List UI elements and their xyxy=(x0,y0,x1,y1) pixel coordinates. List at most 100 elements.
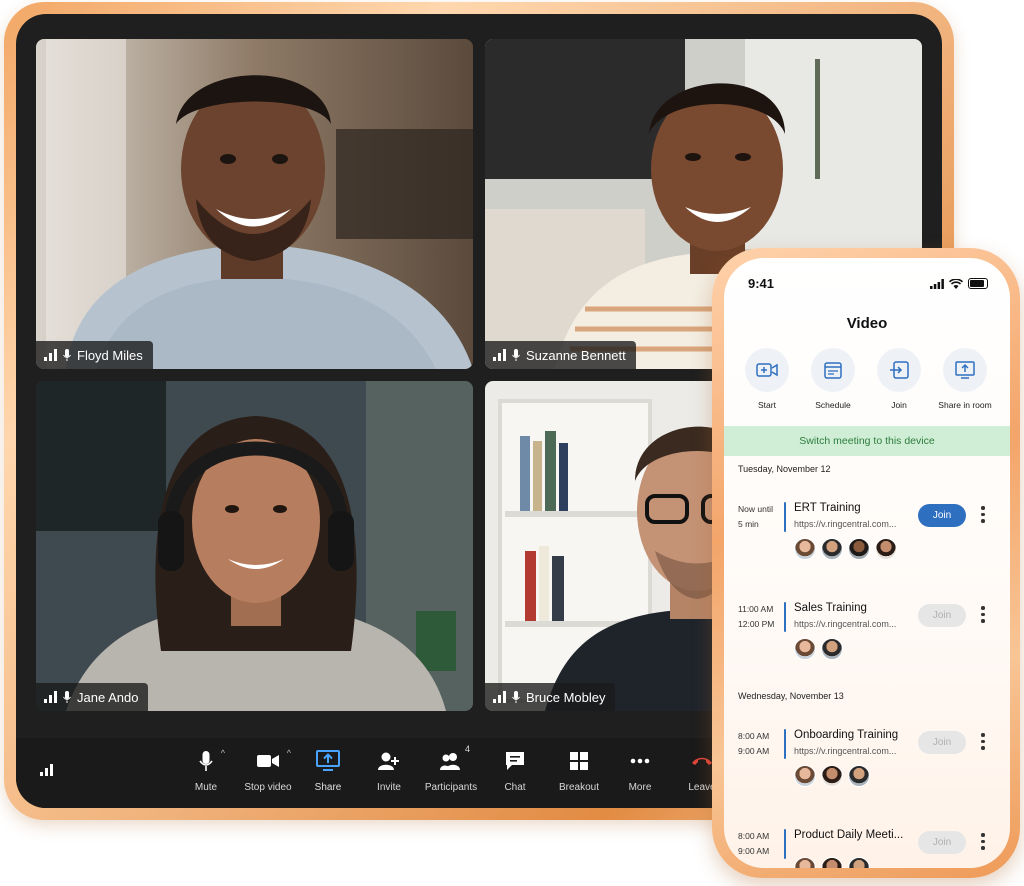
video-plus-icon xyxy=(756,363,778,377)
meeting-accent-bar xyxy=(784,729,786,759)
avatar xyxy=(794,538,816,560)
meeting-time: 8:00 AM 9:00 AM xyxy=(738,831,770,856)
meeting-time: 8:00 AM 9:00 AM xyxy=(738,731,770,756)
battery-icon xyxy=(968,278,988,289)
join-action[interactable]: Join xyxy=(864,348,934,410)
mute-button[interactable]: ^ Mute xyxy=(174,746,238,802)
invite-label: Invite xyxy=(377,782,401,793)
more-dots-icon xyxy=(630,758,650,764)
microphone-icon xyxy=(512,691,520,703)
chevron-up-icon[interactable]: ^ xyxy=(287,748,291,758)
avatar xyxy=(821,857,843,868)
join-meeting-icon xyxy=(890,361,909,379)
join-button[interactable]: Join xyxy=(918,504,966,527)
invite-button[interactable]: Invite xyxy=(357,746,421,802)
avatar xyxy=(821,538,843,560)
schedule-label: Schedule xyxy=(815,400,851,410)
participant-name: Bruce Mobley xyxy=(526,689,606,705)
meeting-item[interactable]: Now until 5 min ERT Training https://v.r… xyxy=(724,502,1010,582)
chat-button[interactable]: Chat xyxy=(483,746,547,802)
participant-name: Jane Ando xyxy=(77,689,139,705)
more-label: More xyxy=(628,782,652,793)
participant-video-feed xyxy=(36,381,473,711)
share-in-room-action[interactable]: Share in room xyxy=(930,348,1000,410)
microphone-icon xyxy=(63,349,71,361)
meeting-url: https://v.ringcentral.com... xyxy=(794,619,897,629)
hang-up-icon xyxy=(692,757,712,765)
more-options-icon[interactable] xyxy=(980,506,986,523)
stop-video-button[interactable]: ^ Stop video xyxy=(236,746,300,802)
share-in-room-label: Share in room xyxy=(938,400,992,410)
participant-name: Suzanne Bennett xyxy=(526,347,626,363)
signal-strength-icon xyxy=(493,691,506,703)
schedule-action[interactable]: Schedule xyxy=(798,348,868,410)
share-button[interactable]: Share xyxy=(296,746,360,802)
phone-device: 9:41 Video Start Schedule Join Share in … xyxy=(712,248,1020,878)
mute-label: Mute xyxy=(194,782,218,793)
page-title: Video xyxy=(846,315,888,332)
chat-label: Chat xyxy=(504,782,526,793)
switch-meeting-banner[interactable]: Switch meeting to this device xyxy=(724,426,1010,456)
participant-video-feed xyxy=(36,39,473,369)
signal-strength-icon xyxy=(44,691,57,703)
meeting-url: https://v.ringcentral.com... xyxy=(794,519,897,529)
meeting-item[interactable]: 8:00 AM 9:00 AM Onboarding Training http… xyxy=(724,729,1010,809)
breakout-button[interactable]: Breakout xyxy=(547,746,611,802)
chat-bubble-icon xyxy=(506,752,524,770)
avatar xyxy=(848,857,870,868)
day-label: Wednesday, November 13 xyxy=(738,691,844,701)
start-action[interactable]: Start xyxy=(732,348,802,410)
stop-video-label: Stop video xyxy=(244,782,292,793)
meeting-time: Now until 5 min xyxy=(738,504,773,529)
start-label: Start xyxy=(758,400,776,410)
meeting-item[interactable]: 8:00 AM 9:00 AM Product Daily Meeti... J… xyxy=(724,829,1010,868)
participant-tile-floyd-miles[interactable]: Floyd Miles xyxy=(36,39,473,369)
share-label: Share xyxy=(314,782,342,793)
share-screen-icon xyxy=(955,361,975,379)
meeting-accent-bar xyxy=(784,602,786,632)
meeting-title: Product Daily Meeti... xyxy=(794,829,904,841)
signal-strength-icon xyxy=(493,349,506,361)
more-button[interactable]: More xyxy=(608,746,672,802)
join-button[interactable]: Join xyxy=(918,831,966,854)
more-options-icon[interactable] xyxy=(980,733,986,750)
avatar xyxy=(794,765,816,787)
video-app-screen: 9:41 Video Start Schedule Join Share in … xyxy=(724,258,1010,868)
participant-name-tag: Floyd Miles xyxy=(36,341,153,369)
participants-button[interactable]: 4 Participants xyxy=(419,744,483,802)
attendee-avatars xyxy=(794,857,870,868)
microphone-icon xyxy=(63,691,71,703)
more-options-icon[interactable] xyxy=(980,833,986,850)
cellular-signal-icon xyxy=(930,278,944,289)
meeting-accent-bar xyxy=(784,502,786,532)
connection-quality-icon[interactable] xyxy=(40,764,53,779)
video-actions: Start Schedule Join Share in room xyxy=(724,348,1010,418)
join-button[interactable]: Join xyxy=(918,604,966,627)
meeting-title: Onboarding Training xyxy=(794,729,899,741)
calendar-icon xyxy=(824,362,842,379)
microphone-icon xyxy=(512,349,520,361)
avatar xyxy=(875,538,897,560)
participant-tile-jane-ando[interactable]: Jane Ando xyxy=(36,381,473,711)
share-screen-icon xyxy=(316,750,340,771)
participants-count-badge: 4 xyxy=(464,744,470,754)
join-button[interactable]: Join xyxy=(918,731,966,754)
chevron-up-icon[interactable]: ^ xyxy=(221,748,225,758)
video-camera-icon xyxy=(257,755,279,767)
participant-name-tag: Jane Ando xyxy=(36,683,149,711)
avatar xyxy=(848,765,870,787)
breakout-label: Breakout xyxy=(558,782,600,793)
meeting-url: https://v.ringcentral.com... xyxy=(794,746,897,756)
attendee-avatars xyxy=(794,638,843,660)
meeting-item[interactable]: 11:00 AM 12:00 PM Sales Training https:/… xyxy=(724,602,1010,682)
signal-strength-icon xyxy=(44,349,57,361)
attendee-avatars xyxy=(794,765,870,787)
meeting-time: 11:00 AM 12:00 PM xyxy=(738,604,775,629)
participants-label: Participants xyxy=(424,782,478,793)
avatar xyxy=(821,765,843,787)
grid-icon xyxy=(570,752,588,770)
more-options-icon[interactable] xyxy=(980,606,986,623)
participant-name: Floyd Miles xyxy=(77,347,143,363)
participant-name-tag: Suzanne Bennett xyxy=(485,341,636,369)
meeting-title: Sales Training xyxy=(794,602,867,614)
